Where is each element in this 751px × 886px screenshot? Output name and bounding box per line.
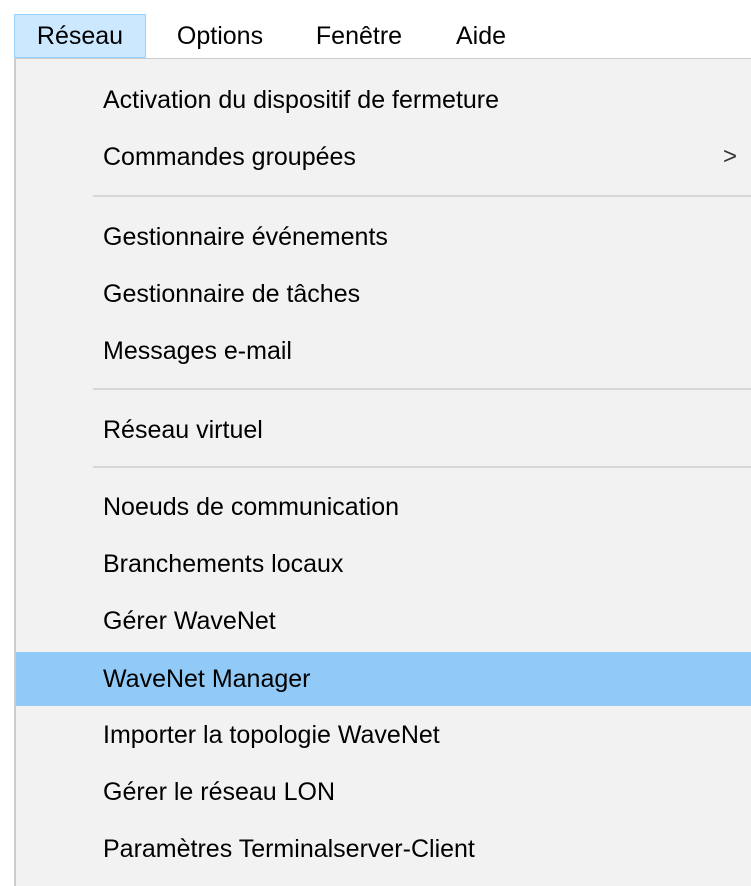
menu-item-gerer-wavenet[interactable]: Gérer WaveNet bbox=[16, 597, 751, 645]
menu-item-importer-topologie[interactable]: Importer la topologie WaveNet bbox=[16, 711, 751, 759]
menu-separator bbox=[93, 195, 751, 197]
menu-item-label: WaveNet Manager bbox=[103, 664, 311, 693]
menu-item-label: Activation du dispositif de fermeture bbox=[103, 85, 500, 114]
menubar-reseau[interactable]: Réseau bbox=[14, 14, 146, 58]
menubar-fenetre[interactable]: Fenêtre bbox=[294, 14, 424, 58]
menubar-aide[interactable]: Aide bbox=[434, 14, 528, 58]
menu-item-label: Noeuds de communication bbox=[103, 492, 399, 521]
menu-item-label: Branchements locaux bbox=[103, 549, 344, 578]
menu-item-gestionnaire-taches[interactable]: Gestionnaire de tâches bbox=[16, 270, 751, 318]
menu-item-activation-dispositif[interactable]: Activation du dispositif de fermeture bbox=[16, 76, 751, 124]
menu-item-commandes-groupees[interactable]: Commandes groupées > bbox=[16, 133, 751, 181]
menu-item-parametres-terminalserver[interactable]: Paramètres Terminalserver-Client bbox=[16, 825, 751, 873]
menu-item-label: Réseau virtuel bbox=[103, 415, 263, 444]
menu-item-label: Gérer le réseau LON bbox=[103, 777, 336, 806]
menu-item-label: Paramètres Terminalserver-Client bbox=[103, 834, 475, 863]
menu-item-gerer-reseau-lon[interactable]: Gérer le réseau LON bbox=[16, 768, 751, 816]
menu-item-label: Gestionnaire événements bbox=[103, 222, 388, 251]
menu-separator bbox=[93, 466, 751, 468]
menubar-options[interactable]: Options bbox=[156, 14, 284, 58]
menu-item-noeuds-communication[interactable]: Noeuds de communication bbox=[16, 483, 751, 531]
menu-item-gestionnaire-evenements[interactable]: Gestionnaire événements bbox=[16, 213, 751, 261]
menu-item-label: Gestionnaire de tâches bbox=[103, 279, 361, 308]
menu-item-label: Gérer WaveNet bbox=[103, 606, 276, 635]
menu-item-label: Messages e-mail bbox=[103, 336, 292, 365]
menu-bar: Réseau Options Fenêtre Aide bbox=[0, 0, 751, 66]
menu-item-messages-email[interactable]: Messages e-mail bbox=[16, 327, 751, 375]
menu-item-reseau-virtuel[interactable]: Réseau virtuel bbox=[16, 406, 751, 454]
reseau-dropdown-menu: Activation du dispositif de fermeture Co… bbox=[14, 58, 751, 886]
menu-item-branchements-locaux[interactable]: Branchements locaux bbox=[16, 540, 751, 588]
menu-separator bbox=[93, 388, 751, 390]
menu-item-wavenet-manager[interactable]: WaveNet Manager bbox=[16, 652, 751, 706]
menu-item-label: Commandes groupées bbox=[103, 142, 356, 171]
chevron-right-icon: > bbox=[722, 143, 737, 170]
menu-item-label: Importer la topologie WaveNet bbox=[103, 720, 440, 749]
